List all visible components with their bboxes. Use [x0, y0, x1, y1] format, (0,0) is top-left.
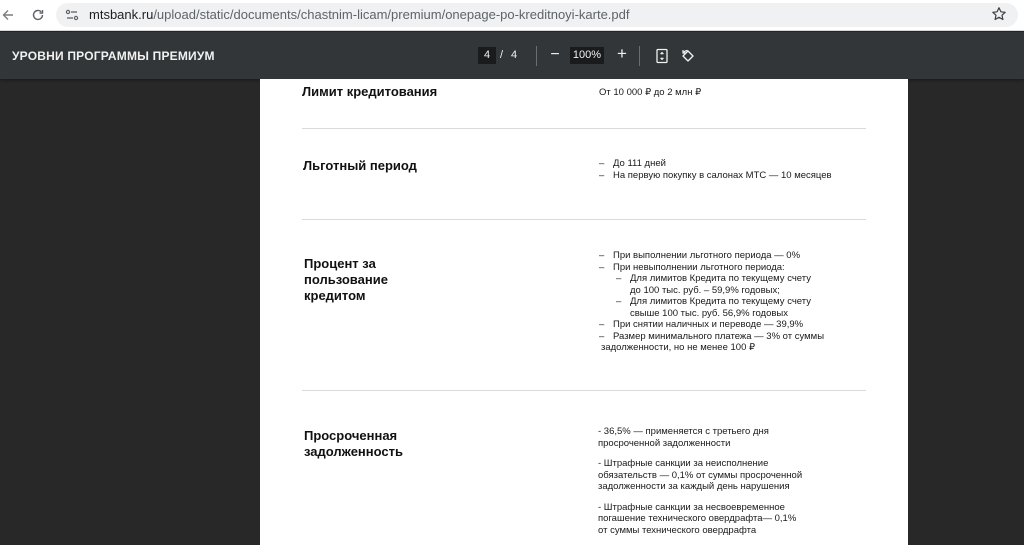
overdue-paragraph: - Штрафные санкции за неисполнение обяза… — [598, 458, 803, 492]
reload-icon[interactable] — [30, 7, 46, 23]
page-number-input[interactable]: 4 — [478, 47, 496, 64]
toolbar-divider — [639, 46, 640, 66]
url-path: /upload/static/documents/chastnim-licam/… — [153, 7, 630, 22]
url-text[interactable]: mtsbank.ru/upload/static/documents/chast… — [89, 7, 629, 22]
zoom-in-button[interactable]: + — [614, 45, 630, 63]
overdue-title: Просроченная задолженность — [304, 428, 403, 459]
toolbar-divider — [536, 46, 537, 66]
page-separator: / — [500, 49, 504, 61]
overdue-paragraph: - 36,5% — применяется с третьего дня про… — [598, 426, 769, 449]
overdue-details: - 36,5% — применяется с третьего дня про… — [598, 426, 858, 545]
omnibox[interactable]: mtsbank.ru/upload/static/documents/chast… — [56, 3, 1018, 27]
url-host: mtsbank.ru — [89, 7, 154, 22]
fit-to-page-icon[interactable] — [655, 48, 669, 64]
pdf-page: Лимит кредитования От 10 000 ₽ до 2 млн … — [260, 79, 908, 545]
list-item: – При невыполнении льготного периода: — [599, 261, 785, 273]
bookmark-star-icon[interactable] — [991, 6, 1007, 22]
list-item: – При снятии наличных и переводе — 39,9% — [599, 319, 804, 330]
zoom-level-input[interactable]: 100% — [570, 47, 604, 64]
list-subitem: – Для лимитов Кредита по текущему счету до… — [616, 273, 811, 296]
section-divider — [302, 390, 866, 391]
section-divider — [302, 128, 866, 129]
page-total: 4 — [511, 49, 518, 61]
section-divider — [302, 219, 866, 220]
list-item: – Размер минимального платежа — 3% от сум… — [599, 330, 825, 354]
limit-value: От 10 000 ₽ до 2 млн ₽ — [599, 87, 702, 98]
back-arrow-icon[interactable] — [0, 7, 16, 23]
list-subitem: – Для лимитов Кредита по текущему счету св… — [616, 296, 811, 319]
interest-title: Процент за пользование кредитом — [304, 256, 388, 303]
list-item: – При выполнении льготного периода — 0% — [599, 250, 801, 261]
grace-period-list: – До 111 дней – На первую покупку в салона… — [599, 158, 859, 181]
document-title: УРОВНИ ПРОГРАММЫ ПРЕМИУМ — [12, 49, 215, 63]
grace-period-title: Льготный период — [303, 158, 417, 173]
browser-address-bar: mtsbank.ru/upload/static/documents/chast… — [0, 0, 1024, 31]
pdf-toolbar: УРОВНИ ПРОГРАММЫ ПРЕМИУМ 4 / 4 − 100% + — [0, 32, 1024, 79]
interest-details: – При выполнении льготного периода — 0% –… — [599, 250, 859, 354]
rotate-icon[interactable] — [680, 48, 696, 64]
limit-title: Лимит кредитования — [302, 84, 438, 99]
list-item: – На первую покупку в салонах МТС — 10 ме… — [599, 169, 832, 181]
site-info-icon[interactable] — [64, 7, 80, 23]
list-item: – До 111 дней — [599, 158, 666, 169]
overdue-paragraph: - Штрафные санкции за несвоевременное по… — [598, 501, 797, 536]
zoom-out-button[interactable]: − — [547, 46, 563, 64]
